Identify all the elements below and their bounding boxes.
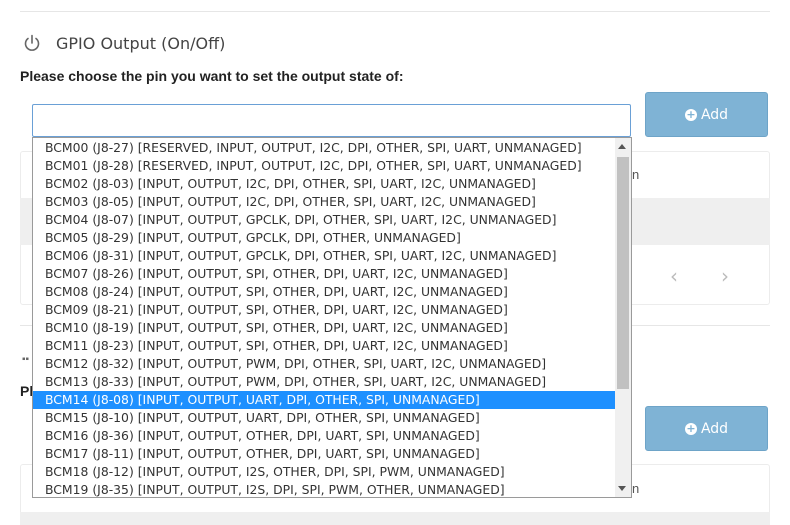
background-column-fragment: n [632, 481, 640, 496]
add-button[interactable]: + Add [645, 92, 768, 137]
pin-dropdown-list[interactable]: BCM00 (J8-27) [RESERVED, INPUT, OUTPUT, … [32, 137, 632, 498]
pin-option[interactable]: BCM07 (J8-26) [INPUT, OUTPUT, SPI, OTHER… [33, 265, 615, 283]
section-title: GPIO Output (On/Off) [56, 33, 226, 53]
power-icon [22, 33, 42, 53]
pin-option[interactable]: BCM15 (J8-10) [INPUT, OUTPUT, UART, DPI,… [33, 409, 615, 427]
pin-option[interactable]: BCM06 (J8-31) [INPUT, OUTPUT, GPCLK, DPI… [33, 247, 615, 265]
pin-option[interactable]: BCM05 (J8-29) [INPUT, OUTPUT, GPCLK, DPI… [33, 229, 615, 247]
pin-option[interactable]: BCM08 (J8-24) [INPUT, OUTPUT, SPI, OTHER… [33, 283, 615, 301]
pin-option[interactable]: BCM13 (J8-33) [INPUT, OUTPUT, PWM, DPI, … [33, 373, 615, 391]
scroll-up-icon[interactable] [618, 144, 626, 149]
pin-options: BCM00 (J8-27) [RESERVED, INPUT, OUTPUT, … [33, 139, 615, 497]
pin-option[interactable]: BCM09 (J8-21) [INPUT, OUTPUT, SPI, OTHER… [33, 301, 615, 319]
pin-option[interactable]: BCM00 (J8-27) [RESERVED, INPUT, OUTPUT, … [33, 139, 615, 157]
background-table-header-2 [20, 512, 770, 525]
pin-option[interactable]: BCM03 (J8-05) [INPUT, OUTPUT, I2C, DPI, … [33, 193, 615, 211]
add-button-label: Add [700, 420, 729, 437]
pin-option[interactable]: BCM17 (J8-11) [INPUT, OUTPUT, OTHER, DPI… [33, 445, 615, 463]
plus-circle-icon: + [684, 421, 697, 435]
pin-option[interactable]: BCM11 (J8-23) [INPUT, OUTPUT, SPI, OTHER… [33, 337, 615, 355]
top-divider [20, 11, 770, 12]
pin-option[interactable]: BCM18 (J8-12) [INPUT, OUTPUT, I2S, OTHER… [33, 463, 615, 481]
pin-option-selected[interactable]: BCM14 (J8-08) [INPUT, OUTPUT, UART, DPI,… [33, 391, 615, 409]
section-header: GPIO Output (On/Off) [22, 30, 225, 56]
signal-icon: ▪▪ [22, 354, 30, 365]
pin-option[interactable]: BCM10 (J8-19) [INPUT, OUTPUT, SPI, OTHER… [33, 319, 615, 337]
pin-option[interactable]: BCM04 (J8-07) [INPUT, OUTPUT, GPCLK, DPI… [33, 211, 615, 229]
dropdown-scrollbar[interactable] [615, 138, 631, 497]
pin-option[interactable]: BCM02 (J8-03) [INPUT, OUTPUT, I2C, DPI, … [33, 175, 615, 193]
scroll-down-icon[interactable] [618, 486, 626, 491]
pin-select[interactable] [32, 104, 631, 137]
pin-prompt: Please choose the pin you want to set th… [20, 68, 404, 84]
plus-circle-icon: + [684, 107, 697, 121]
pin-option[interactable]: BCM12 (J8-32) [INPUT, OUTPUT, PWM, DPI, … [33, 355, 615, 373]
add-button-label: Add [700, 106, 729, 123]
pin-option[interactable]: BCM19 (J8-35) [INPUT, OUTPUT, I2S, DPI, … [33, 481, 615, 497]
prev-page-icon[interactable]: ‹ [670, 264, 678, 288]
pin-option[interactable]: BCM16 (J8-36) [INPUT, OUTPUT, OTHER, DPI… [33, 427, 615, 445]
next-page-icon[interactable]: › [721, 264, 729, 288]
scrollbar-thumb[interactable] [617, 157, 629, 389]
add-button-2[interactable]: + Add [645, 406, 768, 451]
pin-option[interactable]: BCM01 (J8-28) [RESERVED, INPUT, OUTPUT, … [33, 157, 615, 175]
background-column-fragment: n [632, 167, 640, 182]
